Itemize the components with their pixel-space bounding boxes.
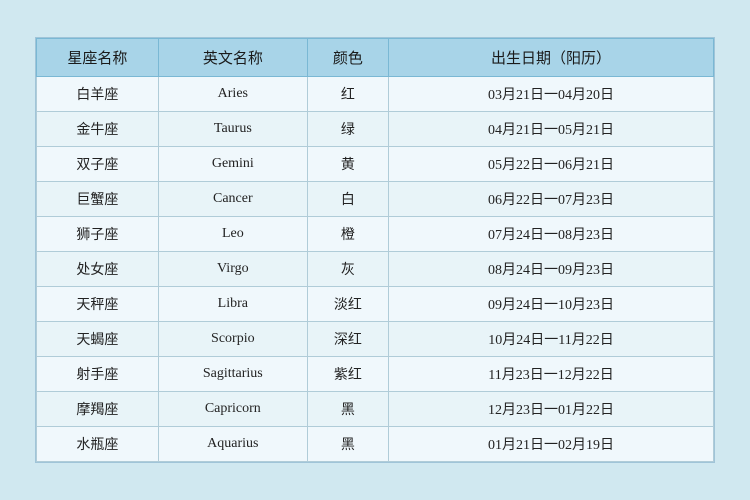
cell-date: 07月24日一08月23日 [389,217,714,252]
cell-date: 05月22日一06月21日 [389,147,714,182]
cell-date: 06月22日一07月23日 [389,182,714,217]
cell-date: 10月24日一11月22日 [389,322,714,357]
cell-cn: 双子座 [37,147,159,182]
cell-cn: 处女座 [37,252,159,287]
cell-en: Gemini [158,147,307,182]
cell-en: Capricorn [158,392,307,427]
cell-cn: 天秤座 [37,287,159,322]
table-row: 双子座Gemini黄05月22日一06月21日 [37,147,714,182]
cell-cn: 金牛座 [37,112,159,147]
cell-date: 03月21日一04月20日 [389,77,714,112]
cell-color: 淡红 [307,287,388,322]
cell-date: 08月24日一09月23日 [389,252,714,287]
table-row: 天蝎座Scorpio深红10月24日一11月22日 [37,322,714,357]
cell-en: Aries [158,77,307,112]
table-row: 摩羯座Capricorn黑12月23日一01月22日 [37,392,714,427]
cell-en: Aquarius [158,427,307,462]
table-row: 射手座Sagittarius紫红11月23日一12月22日 [37,357,714,392]
cell-color: 深红 [307,322,388,357]
cell-cn: 巨蟹座 [37,182,159,217]
header-color: 颜色 [307,39,388,77]
cell-date: 04月21日一05月21日 [389,112,714,147]
zodiac-table: 星座名称 英文名称 颜色 出生日期（阳历） 白羊座Aries红03月21日一04… [35,37,715,463]
cell-color: 紫红 [307,357,388,392]
cell-color: 黑 [307,392,388,427]
table-row: 白羊座Aries红03月21日一04月20日 [37,77,714,112]
table-header-row: 星座名称 英文名称 颜色 出生日期（阳历） [37,39,714,77]
table-row: 天秤座Libra淡红09月24日一10月23日 [37,287,714,322]
cell-en: Virgo [158,252,307,287]
cell-color: 黑 [307,427,388,462]
cell-cn: 天蝎座 [37,322,159,357]
cell-en: Libra [158,287,307,322]
cell-cn: 狮子座 [37,217,159,252]
cell-color: 白 [307,182,388,217]
cell-cn: 射手座 [37,357,159,392]
cell-date: 09月24日一10月23日 [389,287,714,322]
table-row: 金牛座Taurus绿04月21日一05月21日 [37,112,714,147]
cell-color: 灰 [307,252,388,287]
cell-color: 红 [307,77,388,112]
header-cn: 星座名称 [37,39,159,77]
cell-en: Scorpio [158,322,307,357]
cell-cn: 白羊座 [37,77,159,112]
cell-en: Sagittarius [158,357,307,392]
table-row: 狮子座Leo橙07月24日一08月23日 [37,217,714,252]
table-row: 处女座Virgo灰08月24日一09月23日 [37,252,714,287]
cell-date: 12月23日一01月22日 [389,392,714,427]
cell-color: 黄 [307,147,388,182]
header-en: 英文名称 [158,39,307,77]
table-row: 水瓶座Aquarius黑01月21日一02月19日 [37,427,714,462]
cell-en: Taurus [158,112,307,147]
cell-date: 01月21日一02月19日 [389,427,714,462]
cell-date: 11月23日一12月22日 [389,357,714,392]
table-row: 巨蟹座Cancer白06月22日一07月23日 [37,182,714,217]
cell-cn: 摩羯座 [37,392,159,427]
cell-cn: 水瓶座 [37,427,159,462]
cell-color: 橙 [307,217,388,252]
cell-en: Cancer [158,182,307,217]
cell-en: Leo [158,217,307,252]
header-date: 出生日期（阳历） [389,39,714,77]
cell-color: 绿 [307,112,388,147]
